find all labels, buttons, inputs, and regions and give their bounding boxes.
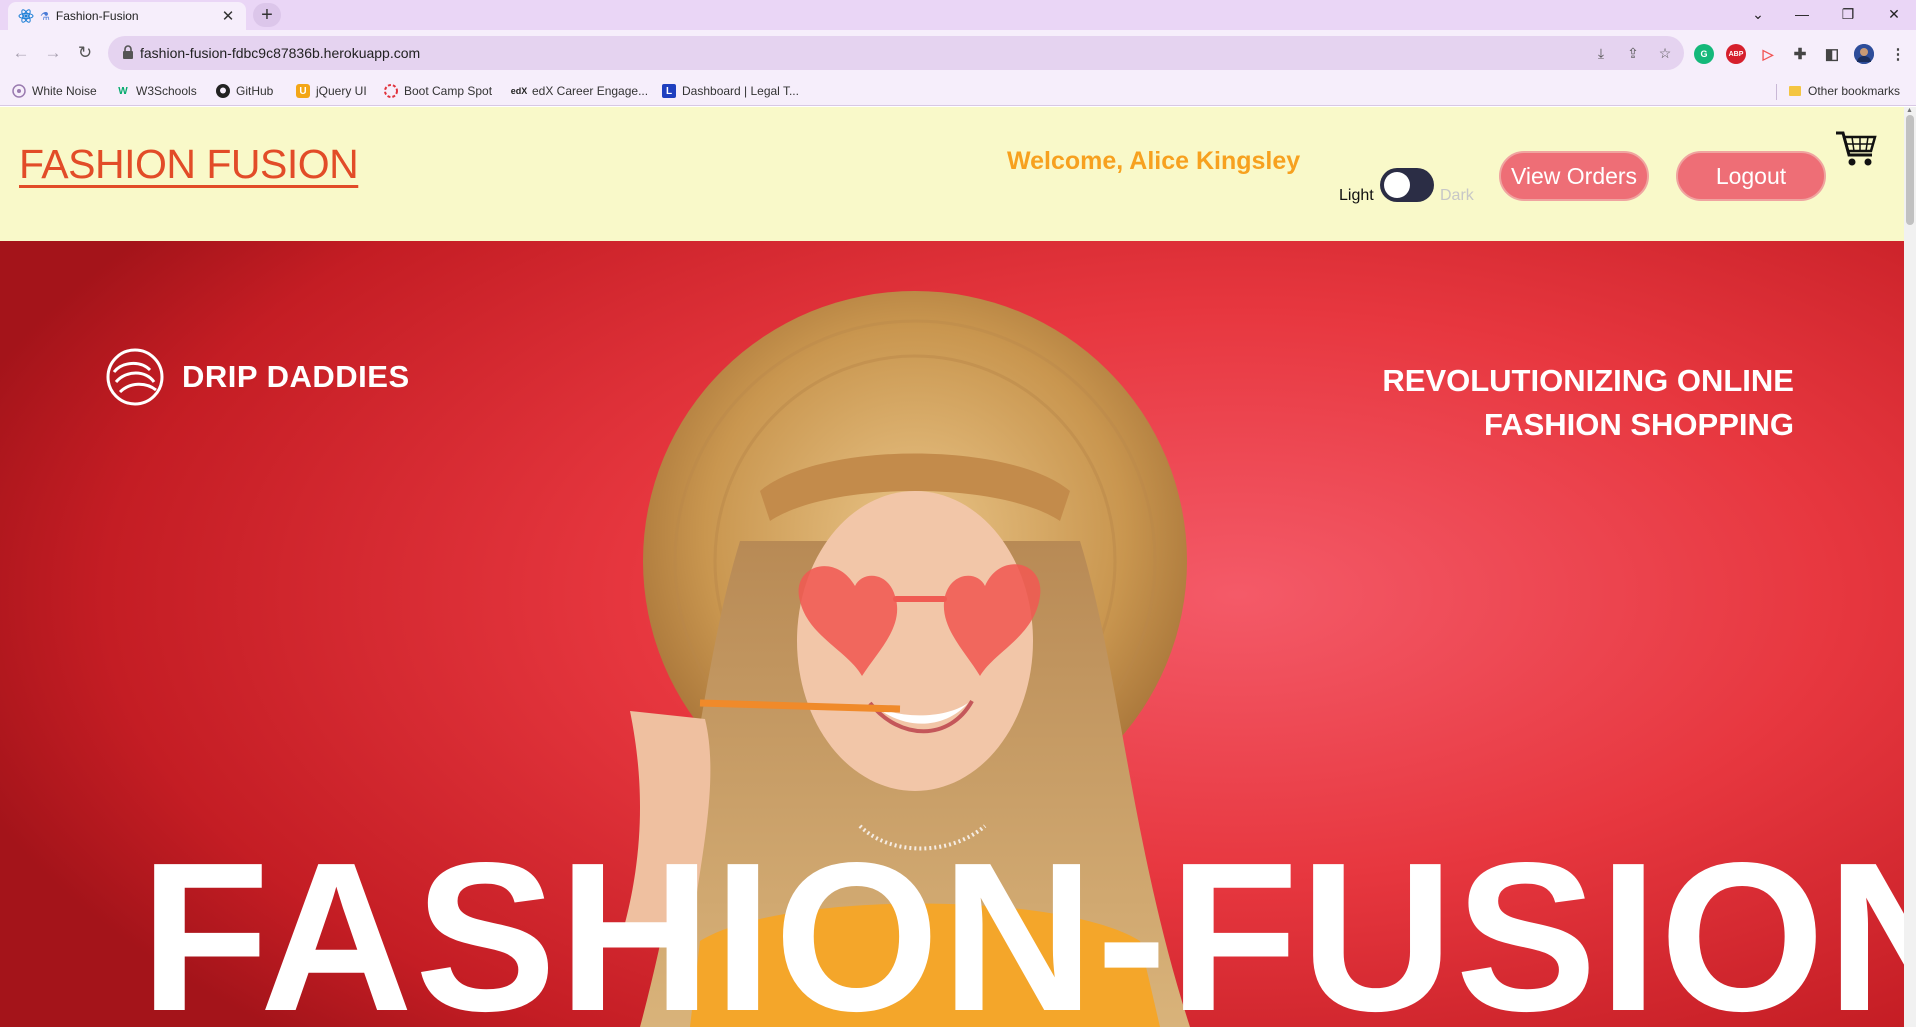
tab-title: Fashion-Fusion [55,9,139,23]
grammarly-icon[interactable]: G [1694,44,1714,64]
bookmark-label: White Noise [32,84,97,98]
bookmark-label: jQuery UI [316,84,367,98]
bookmark-label: W3Schools [136,84,197,98]
bookmarks-bar: White Noise W W3Schools GitHub U jQuery … [0,76,1916,106]
bootcamp-icon [384,84,398,98]
extensions-icon[interactable]: ✚ [1790,44,1810,64]
reload-button[interactable]: ↻ [72,40,98,66]
bookmark-separator [1776,84,1777,100]
other-bookmarks-label: Other bookmarks [1808,84,1901,98]
theme-toggle[interactable] [1380,168,1434,202]
brand-link[interactable]: FASHION FUSION [19,141,359,188]
view-orders-button[interactable]: View Orders [1499,151,1649,201]
new-tab-button[interactable]: + [253,3,281,27]
close-window-button[interactable]: ✕ [1872,0,1916,28]
github-icon [216,84,230,98]
hero-tagline: REVOLUTIONIZING ONLINE FASHION SHOPPING [1382,359,1794,447]
page-scrollbar[interactable]: ▲ [1904,107,1916,1027]
star-icon[interactable]: ☆ [1656,44,1674,62]
scroll-up-arrow-icon[interactable]: ▲ [1906,107,1913,114]
bookmark-white-noise[interactable]: White Noise [12,82,97,100]
close-tab-icon[interactable]: ✕ [220,7,236,25]
screen-recorder-icon[interactable]: ▷ [1758,44,1778,64]
w3schools-icon: W [118,85,128,97]
jquery-icon: U [296,84,310,98]
share-icon[interactable]: ⇪ [1624,44,1642,62]
hero-tagline-line1: REVOLUTIONIZING ONLINE [1382,363,1794,398]
react-icon [18,8,34,24]
welcome-message: Welcome, Alice Kingsley [1007,147,1301,175]
logout-button[interactable]: Logout [1676,151,1826,201]
other-bookmarks[interactable]: Other bookmarks [1788,82,1900,100]
bookmark-label: GitHub [236,84,274,98]
install-icon[interactable]: ⤓ [1592,44,1610,62]
theme-light-label: Light [1339,187,1374,204]
bookmark-github[interactable]: GitHub [216,82,273,100]
restore-button[interactable]: ❐ [1826,0,1870,28]
flask-icon: ⚗ [40,10,50,23]
forward-button[interactable]: → [40,40,66,66]
browser-tab-strip: ⚗ Fashion-Fusion ✕ + ⌄ — ❐ ✕ [0,0,1916,30]
profile-avatar[interactable] [1854,44,1874,64]
bookmark-label: edX Career Engage... [532,84,649,98]
site-header: FASHION FUSION Welcome, Alice Kingsley L… [0,107,1904,241]
scrollbar-thumb[interactable] [1906,115,1914,225]
hero-title: FASHION-FUSION [140,818,1904,1027]
bookmark-dashboard[interactable]: L Dashboard | Legal T... [662,82,799,100]
page-viewport: FASHION FUSION Welcome, Alice Kingsley L… [0,107,1904,1027]
browser-menu-icon[interactable]: ⋮ [1888,44,1908,64]
bookmark-label: Boot Camp Spot [404,84,493,98]
bookmark-label: Dashboard | Legal T... [682,84,799,98]
tab-search-icon[interactable]: ⌄ [1736,0,1780,28]
bookmark-boot-camp-spot[interactable]: Boot Camp Spot [384,82,492,100]
lock-icon [122,45,138,61]
hero-brand-name: DRIP DADDIES [182,359,410,394]
bookmark-w3schools[interactable]: W W3Schools [116,82,197,100]
toggle-knob [1384,172,1410,198]
browser-toolbar: ← → ↻ fashion-fusion-fdbc9c87836b.heroku… [0,30,1916,76]
cart-icon[interactable] [1834,129,1878,169]
dashboard-icon: L [662,84,676,98]
white-noise-icon [12,84,26,98]
minimize-button[interactable]: — [1780,0,1824,28]
bookmark-jquery-ui[interactable]: U jQuery UI [296,82,367,100]
edx-icon: edX [510,86,528,96]
hero-tagline-line2: FASHION SHOPPING [1483,407,1794,442]
folder-icon [1788,84,1802,98]
bookmark-edx[interactable]: edX edX Career Engage... [510,82,649,100]
url-text: fashion-fusion-fdbc9c87836b.herokuapp.co… [140,45,421,61]
side-panel-icon[interactable]: ◧ [1822,44,1842,64]
browser-tab[interactable]: ⚗ Fashion-Fusion ✕ [8,2,246,30]
address-bar[interactable]: fashion-fusion-fdbc9c87836b.herokuapp.co… [108,36,1684,70]
back-button[interactable]: ← [8,40,34,66]
drip-daddies-logo-icon [106,348,164,406]
theme-dark-label: Dark [1440,187,1474,204]
adblock-icon[interactable]: ABP [1726,44,1746,64]
hero-banner: DRIP DADDIES REVOLUTIONIZING ONLINE FASH… [0,241,1904,1027]
